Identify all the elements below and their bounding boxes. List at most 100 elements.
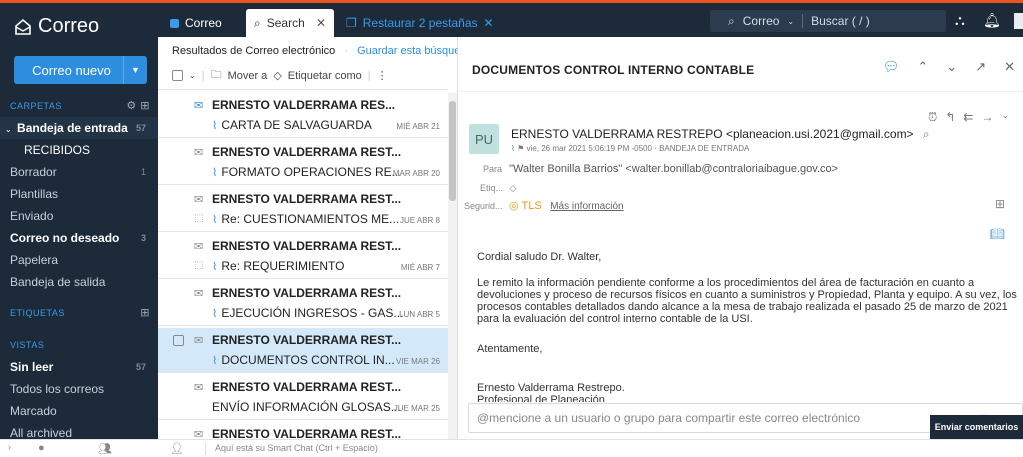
chevron-down-icon[interactable]: ▼ — [123, 56, 147, 84]
sidebar-item-spam[interactable]: Correo no deseado 3 — [0, 227, 158, 249]
move-to-button[interactable]: Mover a — [228, 70, 268, 82]
add-tag-icon[interactable]: ⊞ — [140, 306, 150, 319]
chat-icon[interactable]: 💬︎ — [883, 59, 900, 75]
row-checkbox[interactable] — [173, 335, 184, 346]
close-icon[interactable]: ✕ — [316, 16, 326, 30]
list-item[interactable]: ✉ ERNESTO VALDERRAMA REST... ENVÍO INFORMA… — [158, 375, 448, 420]
list-item-date: MIÉ ABR 21 — [396, 122, 440, 131]
search-icon[interactable]: ⌕ — [923, 127, 930, 141]
list-item-subject: ⌇ Re: CUESTIONAMIENTOS ME... — [212, 212, 399, 226]
sidebar-item-templates[interactable]: Plantillas — [0, 183, 158, 205]
save-search-link[interactable]: Guardar esta búsqueda — [357, 45, 457, 57]
list-item-subject-text: EJECUCIÓN INGRESOS - GAS... — [221, 306, 404, 320]
sidebar-item-sent[interactable]: Enviado — [0, 205, 158, 227]
select-all-checkbox[interactable] — [172, 70, 183, 81]
envelope-icon: ✉ — [194, 147, 204, 159]
message-closing: Atentamente, — [477, 343, 543, 355]
sidebar-item-inbox[interactable]: ⌄ Bandeja de entrada 57 — [0, 117, 158, 139]
tag-icon[interactable]: ◇ — [510, 183, 517, 193]
chevron-down-icon[interactable]: ⌄ — [1001, 110, 1009, 125]
reading-pane: DOCUMENTOS CONTROL INTERNO CONTABLE 💬︎ ⌃… — [459, 37, 1023, 439]
attachment-icon: ⌇ — [212, 213, 218, 226]
more-info-link[interactable]: Más información — [550, 201, 623, 212]
global-search[interactable]: ⌕ Correo ⌄ Buscar ( / ) — [710, 10, 946, 32]
message-body: Le remito la información pendiente confo… — [477, 277, 1017, 325]
envelope-icon: ✉ — [194, 241, 204, 253]
list-item-subject-text: DOCUMENTOS CONTROL IN... — [221, 353, 395, 367]
list-item-subject-text: Re: REQUERIMIENTO — [221, 259, 345, 273]
smart-chat-input[interactable]: Aquí está su Smart Chat (Ctrl + Espacio) — [215, 443, 378, 453]
flag-icon[interactable]: ⚑ — [517, 144, 524, 153]
sidebar-item-trash[interactable]: Papelera — [0, 249, 158, 271]
envelope-icon: ✉ — [194, 194, 204, 206]
chevron-right-icon[interactable]: › — [8, 442, 11, 452]
attachment-icon: ⌇ — [511, 144, 515, 153]
security-row: Segurid... ◎ TLS Más información — [464, 200, 624, 212]
forward-icon[interactable]: → — [981, 110, 993, 125]
avatar[interactable] — [1014, 13, 1023, 29]
chevron-down-icon[interactable]: ⌄ — [189, 71, 196, 80]
message-meta: ⌇ ⚑ vie, 26 mar 2021 5:06:19 PM -0500 · … — [511, 144, 750, 153]
list-item[interactable]: ✉ ERNESTO VALDERRAMA REST... ⬚ ⌇ Re: REQUERI… — [158, 234, 448, 279]
signature-name: Ernesto Valderrama Restrepo. — [477, 382, 625, 394]
sidebar-item-outbox[interactable]: Bandeja de salida — [0, 271, 158, 293]
list-item[interactable]: ✉ ERNESTO VALDERRAMA REST... ⌇ DOCUMENTOS C… — [158, 328, 448, 373]
list-item[interactable]: ✉ ERNESTO VALDERRAMA REST... ⌇ FORMATO OPER… — [158, 140, 448, 185]
list-item[interactable]: ✉ERNESTO VALDERRAMA REST...⬚Re: VISITA U… — [158, 422, 448, 439]
message-title: DOCUMENTOS CONTROL INTERNO CONTABLE — [472, 63, 755, 77]
list-item[interactable]: ✉ ERNESTO VALDERRAMA REST... ⬚ ⌇ Re: CUESTIO… — [158, 187, 448, 232]
search-scope[interactable]: Correo — [743, 14, 780, 28]
attachment-icon: ⌇ — [212, 260, 218, 273]
reply-icon[interactable]: ↰ — [945, 110, 955, 125]
thread-icon[interactable]: ⬚ — [194, 260, 203, 271]
send-feedback-button[interactable]: Enviar comentarios — [930, 415, 1023, 439]
sidebar-item-drafts[interactable]: Borrador 1 — [0, 161, 158, 183]
user-icon[interactable]: 👤︎ — [170, 442, 184, 455]
bell-icon[interactable]: 🔔︎ — [983, 12, 1001, 29]
share-icon[interactable]: ⊞ — [995, 197, 1005, 211]
list-item-date: MIÉ ABR 7 — [400, 263, 440, 272]
chevron-down-icon[interactable]: ⌄ — [946, 59, 957, 75]
chevron-down-icon: ⌄ — [787, 16, 795, 26]
sender: ERNESTO VALDERRAMA RESTREPO <planeacion.… — [511, 127, 930, 141]
more-icon[interactable]: ⋮ — [377, 69, 388, 82]
attachment-icon: ⌇ — [212, 354, 218, 367]
app-brand[interactable]: Correo — [14, 15, 99, 38]
tags-row: Etiq... ◇ — [480, 183, 517, 193]
reminder-icon[interactable]: ⏰︎ — [928, 110, 937, 125]
book-icon[interactable]: 📖︎ — [990, 227, 1005, 241]
restore-tabs-link[interactable]: ❐ Restaurar 2 pestañas ✕ — [338, 9, 502, 37]
thread-icon[interactable]: ⬚ — [194, 213, 203, 224]
popout-icon[interactable]: ↗ — [975, 59, 986, 75]
tab-search[interactable]: ⌕ Search ✕ — [246, 9, 334, 37]
sidebar-item-recibidos[interactable]: RECIBIDOS — [0, 139, 158, 161]
bottom-bar: › ● 👥︎ 👤︎ Aquí está su Smart Chat (Ctrl … — [0, 439, 1023, 457]
reply-all-icon[interactable]: ⇇ — [963, 110, 973, 125]
search-input[interactable]: Buscar ( / ) — [811, 14, 870, 28]
list-item-subject: ENVÍO INFORMACIÓN GLOSAS... — [212, 400, 401, 414]
list-scrollbar[interactable] — [448, 93, 457, 439]
attachment-icon: ⌇ — [212, 307, 218, 320]
list-item-sender: ERNESTO VALDERRAMA REST... — [212, 239, 402, 253]
close-icon[interactable]: ✕ — [1004, 59, 1015, 75]
contacts-icon[interactable]: 👥︎ — [98, 442, 112, 455]
connect-icon[interactable]: ⛬ — [955, 12, 965, 29]
close-icon[interactable]: ✕ — [484, 16, 494, 30]
chevron-up-icon[interactable]: ⌃ — [917, 59, 928, 75]
envelope-icon: ✉ — [194, 100, 204, 112]
list-item[interactable]: ✉ ERNESTO VALDERRAMA REST... ⌇ EJECUCIÓN IN… — [158, 281, 448, 326]
sidebar-item-flagged[interactable]: Marcado — [0, 400, 158, 422]
chat-bubble-icon[interactable]: ● — [38, 442, 45, 454]
search-icon: ⌕ — [728, 13, 735, 28]
list-item-sender: ERNESTO VALDERRAMA RES... — [212, 98, 396, 112]
sidebar-item-archived[interactable]: All archived — [0, 422, 158, 439]
sidebar-item-all-mail[interactable]: Todos los correos — [0, 378, 158, 400]
compose-button[interactable]: Correo nuevo ▼ — [14, 56, 147, 84]
sidebar-item-unread[interactable]: Sin leer 57 — [0, 356, 158, 378]
tag-as-button[interactable]: Etiquetar como — [288, 70, 362, 82]
message-list-pane: Resultados de Correo electrónico · Guard… — [158, 37, 458, 439]
tab-correo[interactable]: Correo — [162, 9, 248, 37]
chevron-down-icon[interactable]: ⌄ — [5, 125, 12, 134]
folder-settings-icon[interactable]: ⚙ ⊞ — [126, 99, 150, 112]
list-item[interactable]: ✉ ERNESTO VALDERRAMA RES... ⌇ CARTA DE SALV… — [158, 93, 448, 138]
